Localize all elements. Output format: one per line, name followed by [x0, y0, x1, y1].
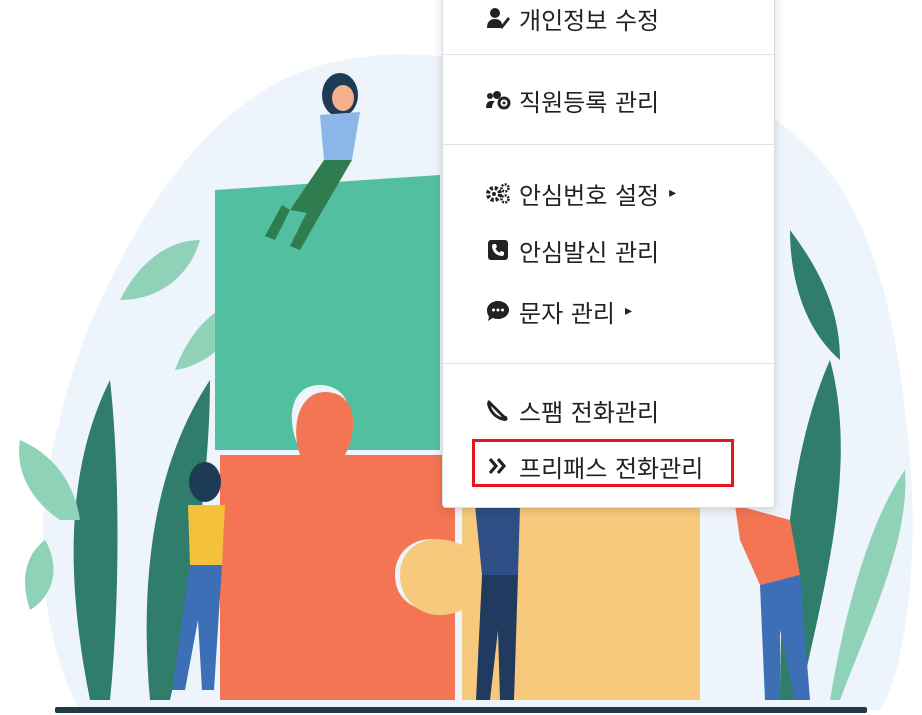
- menu-item-label: 직원등록 관리: [519, 88, 660, 117]
- user-dropdown-menu: 개인정보 수정 직원등록 관리 안심번호 설정 ▸ 안심발신 관리 문자 관리 …: [442, 0, 775, 508]
- phone-square-icon: [485, 237, 511, 263]
- menu-item-spam-call-management[interactable]: 스팸 전화관리: [443, 388, 816, 432]
- phone-slash-icon: [485, 397, 511, 423]
- ground-line: [55, 707, 867, 713]
- submenu-caret-icon: ▸: [624, 303, 632, 319]
- menu-item-label: 안심번호 설정: [519, 181, 660, 210]
- menu-item-label: 문자 관리: [519, 299, 615, 328]
- menu-item-edit-profile[interactable]: 개인정보 수정: [443, 0, 816, 40]
- menu-item-label: 스팸 전화관리: [519, 398, 660, 427]
- user-edit-icon: [485, 5, 511, 31]
- menu-item-label: 안심발신 관리: [519, 238, 660, 267]
- menu-item-safe-number-settings[interactable]: 안심번호 설정 ▸: [443, 171, 816, 215]
- users-cog-icon: [485, 87, 511, 113]
- sms-icon: [485, 298, 511, 324]
- menu-divider: [443, 54, 774, 55]
- angle-double-right-icon: [485, 453, 511, 479]
- menu-item-freepass-call-management[interactable]: 프리패스 전화관리: [443, 444, 816, 488]
- submenu-caret-icon: ▸: [669, 185, 677, 201]
- menu-item-staff-management[interactable]: 직원등록 관리: [443, 78, 816, 122]
- menu-item-sms-management[interactable]: 문자 관리 ▸: [443, 289, 816, 333]
- menu-item-safe-call-management[interactable]: 안심발신 관리: [443, 228, 816, 272]
- menu-divider: [443, 363, 774, 364]
- cogs-icon: [485, 180, 511, 206]
- menu-item-label: 개인정보 수정: [519, 6, 660, 35]
- menu-divider: [443, 144, 774, 145]
- menu-item-label: 프리패스 전화관리: [519, 454, 704, 483]
